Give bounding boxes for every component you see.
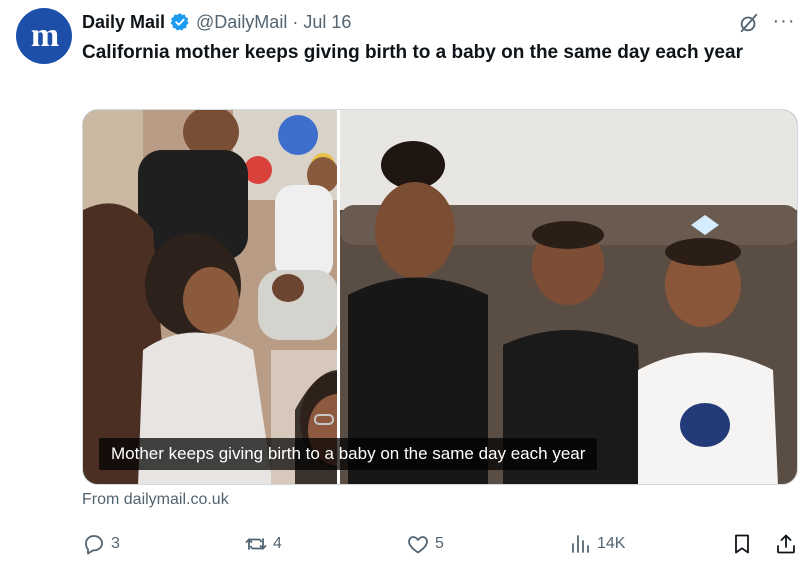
verified-badge-icon[interactable] — [170, 12, 190, 32]
reply-icon — [85, 535, 103, 555]
media-card[interactable]: Mother keeps giving birth to a baby on t… — [82, 109, 798, 485]
repost-icon — [245, 538, 267, 550]
action-bar: 3 4 5 14K — [82, 528, 800, 560]
like-count: 5 — [435, 535, 444, 552]
repost-count: 4 — [273, 535, 282, 552]
media-photo — [83, 110, 797, 484]
views-button[interactable]: 14K — [568, 528, 625, 560]
share-button[interactable] — [774, 528, 798, 560]
views-count: 14K — [597, 535, 626, 552]
like-icon — [408, 536, 428, 554]
more-options-icon[interactable]: ··· — [770, 8, 798, 34]
like-button[interactable]: 5 — [406, 528, 444, 560]
media-caption: Mother keeps giving birth to a baby on t… — [99, 438, 598, 470]
tweet-text: California mother keeps giving birth to … — [82, 42, 743, 63]
views-icon — [572, 535, 589, 553]
repost-button[interactable]: 4 — [244, 528, 282, 560]
author-avatar[interactable]: m — [16, 8, 72, 64]
tweet-date[interactable]: Jul 16 — [303, 12, 351, 33]
bookmark-button[interactable] — [730, 528, 754, 560]
bookmark-icon — [735, 534, 749, 554]
link-source[interactable]: From dailymail.co.uk — [82, 491, 229, 509]
grok-slash-icon[interactable] — [736, 10, 762, 36]
avatar-logo-letter: m — [30, 17, 59, 54]
tweet-header: Daily Mail @DailyMail · Jul 16 — [82, 10, 794, 34]
author-handle[interactable]: @DailyMail — [196, 12, 287, 33]
reply-button[interactable]: 3 — [82, 528, 120, 560]
reply-count: 3 — [111, 535, 120, 552]
share-icon — [777, 534, 795, 554]
header-separator: · — [292, 11, 299, 32]
author-display-name[interactable]: Daily Mail — [82, 12, 165, 33]
